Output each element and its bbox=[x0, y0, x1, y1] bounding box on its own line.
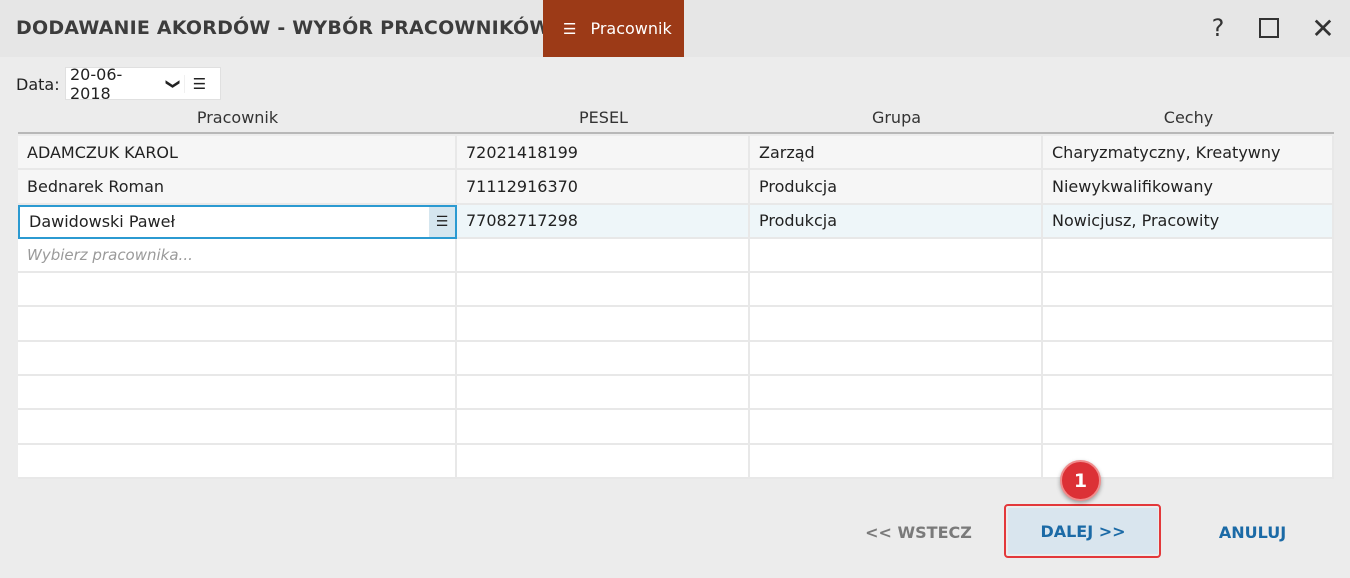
empty-cell bbox=[1043, 376, 1334, 411]
close-button[interactable]: ✕ bbox=[1308, 11, 1338, 45]
column-header-pesel[interactable]: PESEL bbox=[457, 104, 750, 132]
empty-cell bbox=[750, 307, 1043, 342]
employee-picker-input[interactable]: Wybierz pracownika... bbox=[18, 238, 457, 274]
help-icon: ? bbox=[1211, 14, 1225, 42]
empty-cell bbox=[750, 444, 1043, 479]
empty-cell bbox=[750, 273, 1043, 308]
date-label: Data: bbox=[16, 75, 60, 94]
window-title: DODAWANIE AKORDÓW - WYBÓR PRACOWNIKÓW bbox=[16, 17, 551, 39]
menu-icon: ☰ bbox=[563, 19, 577, 38]
empty-cell bbox=[1043, 410, 1334, 445]
date-picker[interactable]: 20-06-2018 ❯ ☰ bbox=[65, 65, 221, 103]
table-row-empty bbox=[18, 273, 1334, 308]
cell-pesel[interactable]: 77082717298 bbox=[457, 204, 750, 239]
cell-pesel[interactable]: 71112916370 bbox=[457, 170, 750, 205]
empty-cell bbox=[18, 307, 457, 342]
tab-pracownik-label: Pracownik bbox=[590, 19, 672, 38]
empty-cell bbox=[1043, 273, 1334, 308]
cell-pesel[interactable]: 72021418199 bbox=[457, 136, 750, 171]
empty-cell bbox=[750, 410, 1043, 445]
empty-cell bbox=[750, 376, 1043, 411]
table-row[interactable]: ADAMCZUK KAROL 72021418199 Zarząd Charyz… bbox=[18, 136, 1334, 171]
empty-cell bbox=[18, 444, 457, 479]
chevron-down-icon[interactable]: ❯ bbox=[165, 73, 181, 95]
empty-cell bbox=[750, 341, 1043, 377]
table-row-empty bbox=[18, 307, 1334, 342]
table-row-new[interactable]: Wybierz pracownika... bbox=[18, 238, 1334, 274]
cell-grupa[interactable]: Produkcja bbox=[750, 204, 1043, 239]
empty-cell bbox=[457, 410, 750, 445]
table-row-empty bbox=[18, 376, 1334, 411]
table-row[interactable]: Bednarek Roman 71112916370 Produkcja Nie… bbox=[18, 170, 1334, 205]
help-button[interactable]: ? bbox=[1203, 12, 1233, 44]
cell-cechy[interactable]: Charyzmatyczny, Kreatywny bbox=[1043, 136, 1334, 171]
table-row-selected[interactable]: Dawidowski Paweł ☰ 77082717298 Produkcja… bbox=[18, 204, 1334, 239]
employee-picker-placeholder: Wybierz pracownika... bbox=[27, 246, 193, 265]
empty-cell bbox=[1043, 341, 1334, 377]
date-value[interactable]: 20-06-2018 bbox=[66, 65, 162, 103]
callout-badge: 1 bbox=[1060, 460, 1101, 501]
table-row-empty bbox=[18, 341, 1334, 377]
empty-cell bbox=[1043, 307, 1334, 342]
cell-cechy[interactable]: Nowicjusz, Pracowity bbox=[1043, 204, 1334, 239]
empty-cell[interactable] bbox=[1043, 238, 1334, 274]
next-button-highlight bbox=[1004, 504, 1161, 558]
cell-pracownik[interactable]: ADAMCZUK KAROL bbox=[18, 136, 457, 171]
empty-cell bbox=[18, 376, 457, 411]
cell-pracownik-active[interactable]: Dawidowski Paweł ☰ bbox=[18, 204, 457, 239]
column-header-cechy[interactable]: Cechy bbox=[1043, 104, 1334, 132]
empty-cell[interactable] bbox=[457, 238, 750, 274]
date-menu-icon[interactable]: ☰ bbox=[184, 74, 214, 93]
maximize-icon bbox=[1259, 18, 1279, 38]
empty-cell bbox=[457, 444, 750, 479]
empty-cell bbox=[457, 341, 750, 377]
back-button[interactable]: << WSTECZ bbox=[856, 514, 981, 550]
grid-header: Pracownik PESEL Grupa Cechy bbox=[18, 104, 1334, 134]
table-row-empty bbox=[18, 410, 1334, 445]
cell-menu-icon[interactable]: ☰ bbox=[429, 206, 455, 237]
empty-cell[interactable] bbox=[750, 238, 1043, 274]
maximize-button[interactable] bbox=[1254, 12, 1284, 44]
table-row-empty bbox=[18, 444, 1334, 479]
column-header-pracownik[interactable]: Pracownik bbox=[18, 104, 457, 132]
empty-cell bbox=[457, 376, 750, 411]
employee-grid: ADAMCZUK KAROL 72021418199 Zarząd Charyz… bbox=[18, 136, 1334, 479]
cell-cechy[interactable]: Niewykwalifikowany bbox=[1043, 170, 1334, 205]
column-header-grupa[interactable]: Grupa bbox=[750, 104, 1043, 132]
empty-cell bbox=[457, 307, 750, 342]
close-icon: ✕ bbox=[1311, 11, 1335, 45]
tab-pracownik[interactable]: ☰ Pracownik bbox=[543, 0, 684, 57]
empty-cell bbox=[457, 273, 750, 308]
empty-cell bbox=[18, 410, 457, 445]
cell-grupa[interactable]: Produkcja bbox=[750, 170, 1043, 205]
cell-grupa[interactable]: Zarząd bbox=[750, 136, 1043, 171]
cell-pracownik-value: Dawidowski Paweł bbox=[29, 212, 176, 232]
title-bar: DODAWANIE AKORDÓW - WYBÓR PRACOWNIKÓW ☰ … bbox=[0, 0, 1350, 57]
empty-cell bbox=[18, 341, 457, 377]
cell-pracownik[interactable]: Bednarek Roman bbox=[18, 170, 457, 205]
empty-cell bbox=[18, 273, 457, 308]
cancel-button[interactable]: ANULUJ bbox=[1205, 514, 1300, 550]
